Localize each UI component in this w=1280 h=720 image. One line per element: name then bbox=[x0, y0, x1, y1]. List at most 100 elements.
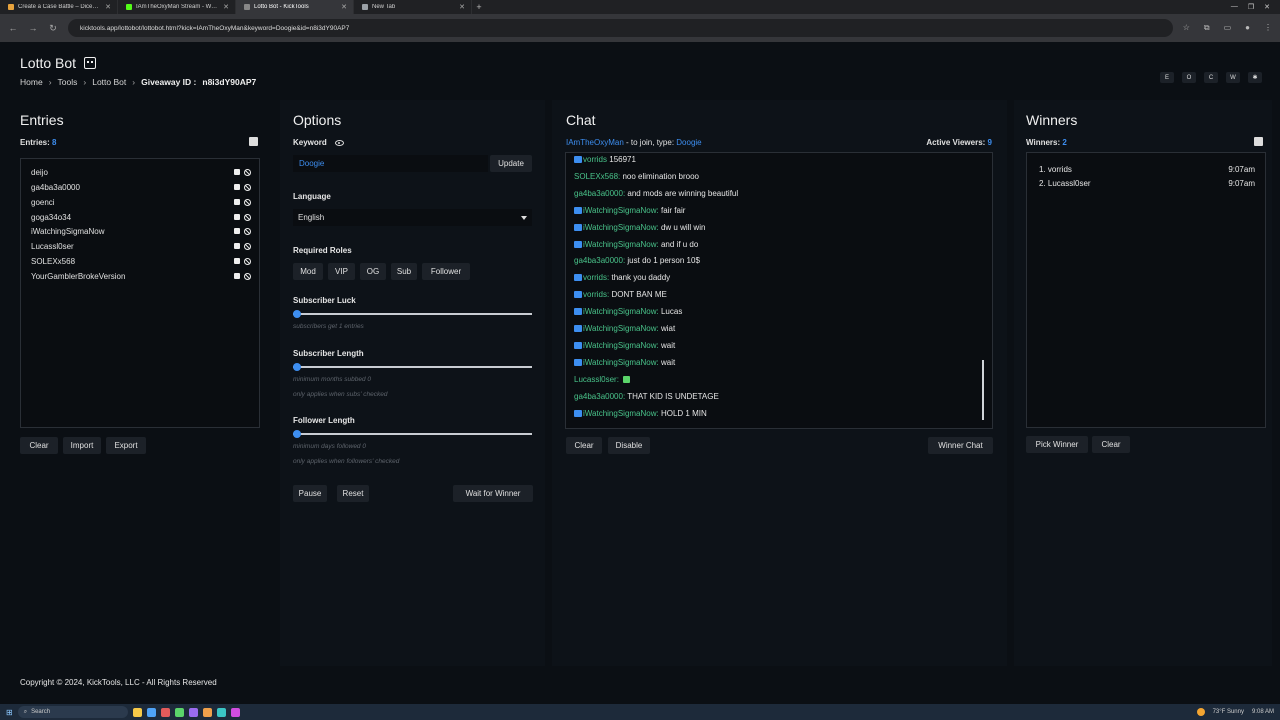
chat-username[interactable]: ga4ba3a0000: bbox=[574, 256, 625, 265]
checkbox-icon[interactable] bbox=[234, 199, 240, 205]
minimize-icon[interactable]: — bbox=[1231, 3, 1238, 11]
chat-username[interactable]: ga4ba3a0000: bbox=[574, 189, 625, 198]
role-mod-button[interactable]: Mod bbox=[293, 263, 323, 280]
subscriber-length-slider[interactable] bbox=[293, 363, 532, 371]
chat-username[interactable]: iWatchingSigmaNow: bbox=[583, 358, 659, 367]
profile-icon[interactable]: ● bbox=[1245, 23, 1250, 33]
checkbox-icon[interactable] bbox=[234, 214, 240, 220]
role-follower-button[interactable]: Follower bbox=[422, 263, 470, 280]
close-window-icon[interactable]: ✕ bbox=[1264, 3, 1270, 11]
app-icon[interactable] bbox=[160, 707, 170, 717]
pick-winner-button[interactable]: Pick Winner bbox=[1026, 436, 1088, 453]
chat-username[interactable]: iWatchingSigmaNow: bbox=[583, 240, 659, 249]
checkbox-icon[interactable] bbox=[234, 273, 240, 279]
keyword-input[interactable]: Doogie bbox=[293, 155, 488, 172]
new-tab-button[interactable]: + bbox=[472, 2, 486, 12]
clock-text[interactable]: 9:08 AM bbox=[1252, 709, 1274, 715]
browser-tab[interactable]: Create a Case Battle – Dicebloc ✕ bbox=[0, 0, 118, 14]
eye-icon[interactable] bbox=[334, 139, 344, 146]
theme-button[interactable]: ✱ bbox=[1248, 72, 1262, 83]
update-button[interactable]: Update bbox=[490, 155, 532, 172]
reload-icon[interactable]: ↻ bbox=[48, 23, 58, 34]
ban-icon[interactable] bbox=[244, 214, 251, 221]
checkbox-icon[interactable] bbox=[234, 228, 240, 234]
forward-icon[interactable]: → bbox=[28, 23, 38, 33]
slider-handle[interactable] bbox=[293, 310, 301, 318]
chat-clear-button[interactable]: Clear bbox=[566, 437, 602, 454]
checkbox-icon[interactable] bbox=[234, 258, 240, 264]
chat-username[interactable]: iWatchingSigmaNow: bbox=[583, 341, 659, 350]
chat-channel[interactable]: IAmTheOxyMan bbox=[566, 138, 624, 147]
app-icon[interactable] bbox=[216, 707, 226, 717]
copy-icon[interactable] bbox=[249, 137, 258, 146]
chat-username[interactable]: Lucassl0ser: bbox=[574, 375, 619, 384]
chat-username[interactable]: vorrids bbox=[583, 155, 607, 164]
ban-icon[interactable] bbox=[244, 273, 251, 280]
role-sub-button[interactable]: Sub bbox=[391, 263, 417, 280]
theme-button[interactable]: W bbox=[1226, 72, 1240, 83]
ban-icon[interactable] bbox=[244, 258, 251, 265]
language-select[interactable]: English bbox=[293, 209, 532, 226]
sidepanel-icon[interactable]: ▭ bbox=[1224, 23, 1232, 33]
close-icon[interactable]: ✕ bbox=[341, 3, 347, 11]
role-vip-button[interactable]: VIP bbox=[328, 263, 355, 280]
chat-disable-button[interactable]: Disable bbox=[608, 437, 650, 454]
theme-button[interactable]: O bbox=[1182, 72, 1196, 83]
reset-button[interactable]: Reset bbox=[337, 485, 369, 502]
close-icon[interactable]: ✕ bbox=[105, 3, 111, 11]
breadcrumb-lotto-bot[interactable]: Lotto Bot bbox=[92, 77, 126, 87]
chat-username[interactable]: ga4ba3a0000: bbox=[574, 392, 625, 401]
theme-button[interactable]: E bbox=[1160, 72, 1174, 83]
ban-icon[interactable] bbox=[244, 228, 251, 235]
copy-icon[interactable] bbox=[1254, 137, 1263, 146]
extensions-icon[interactable]: ⧉ bbox=[1204, 23, 1210, 33]
close-icon[interactable]: ✕ bbox=[223, 3, 229, 11]
ban-icon[interactable] bbox=[244, 184, 251, 191]
checkbox-icon[interactable] bbox=[234, 243, 240, 249]
menu-icon[interactable]: ⋮ bbox=[1264, 23, 1272, 33]
chat-username[interactable]: SOLEXx568: bbox=[574, 172, 620, 181]
entries-export-button[interactable]: Export bbox=[106, 437, 146, 454]
role-og-button[interactable]: OG bbox=[360, 263, 386, 280]
breadcrumb-home[interactable]: Home bbox=[20, 77, 43, 87]
chat-username[interactable]: vorrids: bbox=[583, 273, 609, 282]
entries-clear-button[interactable]: Clear bbox=[20, 437, 58, 454]
app-icon[interactable] bbox=[188, 707, 198, 717]
maximize-icon[interactable]: ❐ bbox=[1248, 3, 1254, 11]
entries-import-button[interactable]: Import bbox=[63, 437, 101, 454]
taskbar-search[interactable]: ⌕ Search bbox=[17, 706, 128, 718]
chat-username[interactable]: iWatchingSigmaNow: bbox=[583, 307, 659, 316]
url-field[interactable]: kicktools.app/lottobot/lottobot.html?kic… bbox=[68, 19, 1173, 37]
bookmark-star-icon[interactable]: ☆ bbox=[1183, 23, 1190, 33]
chat-username[interactable]: iWatchingSigmaNow: bbox=[583, 223, 659, 232]
browser-tab-active[interactable]: Lotto Bot - KickTools ✕ bbox=[236, 0, 354, 14]
windows-start-icon[interactable]: ⊞ bbox=[6, 708, 13, 717]
app-icon[interactable] bbox=[174, 707, 184, 717]
chat-log[interactable]: vorrids 156971 SOLEXx568: noo elimination… bbox=[565, 152, 993, 429]
app-icon[interactable] bbox=[230, 707, 240, 717]
chat-scrollbar[interactable] bbox=[982, 360, 984, 420]
checkbox-icon[interactable] bbox=[234, 169, 240, 175]
app-icon[interactable] bbox=[132, 707, 142, 717]
ban-icon[interactable] bbox=[244, 199, 251, 206]
close-icon[interactable]: ✕ bbox=[459, 3, 465, 11]
weather-text[interactable]: 73°F Sunny bbox=[1213, 709, 1244, 715]
theme-button[interactable]: C bbox=[1204, 72, 1218, 83]
chat-username[interactable]: iWatchingSigmaNow: bbox=[583, 409, 659, 418]
slider-handle[interactable] bbox=[293, 363, 301, 371]
follower-length-slider[interactable] bbox=[293, 430, 532, 438]
wait-for-winner-button[interactable]: Wait for Winner bbox=[453, 485, 533, 502]
browser-tab[interactable]: IAmTheOxyMan Stream - Watch ✕ bbox=[118, 0, 236, 14]
ban-icon[interactable] bbox=[244, 169, 251, 176]
pause-button[interactable]: Pause bbox=[293, 485, 327, 502]
app-icon[interactable] bbox=[202, 707, 212, 717]
chat-username[interactable]: vorrids: bbox=[583, 290, 609, 299]
ban-icon[interactable] bbox=[244, 243, 251, 250]
checkbox-icon[interactable] bbox=[234, 184, 240, 190]
chat-username[interactable]: iWatchingSigmaNow: bbox=[583, 324, 659, 333]
breadcrumb-tools[interactable]: Tools bbox=[58, 77, 78, 87]
slider-handle[interactable] bbox=[293, 430, 301, 438]
back-icon[interactable]: ← bbox=[8, 23, 18, 33]
chat-username[interactable]: iWatchingSigmaNow: bbox=[583, 206, 659, 215]
winner-chat-button[interactable]: Winner Chat bbox=[928, 437, 993, 454]
